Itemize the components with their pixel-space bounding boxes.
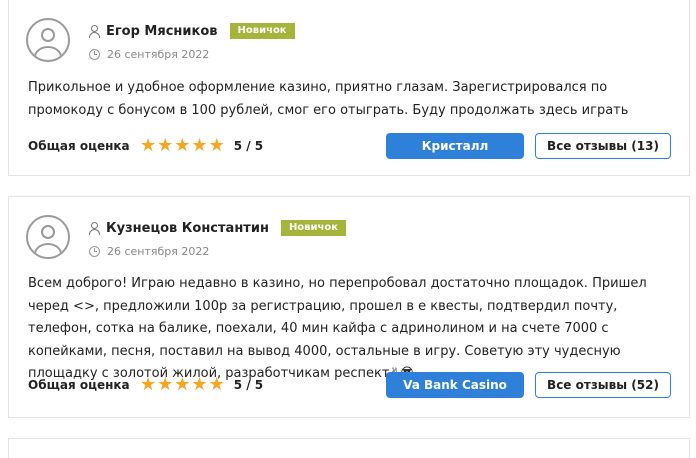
review-card: Егор Мясников Новичок 26 сентября 2022 П… <box>8 0 690 176</box>
review-text: Всем доброго! Играю недавно в казино, но… <box>28 276 647 381</box>
star-rating: ★ ★ ★ ★ ★ <box>140 376 225 394</box>
all-reviews-button[interactable]: Все отзывы (52) <box>535 372 671 398</box>
all-reviews-button[interactable]: Все отзывы (13) <box>535 133 671 159</box>
rating-score: 5 / 5 <box>233 139 264 153</box>
star-icon: ★ <box>191 374 208 395</box>
avatar-icon <box>26 215 70 259</box>
review-text: Прикольное и удобное оформление казино, … <box>28 80 629 118</box>
date-text: 26 сентября 2022 <box>107 47 210 61</box>
star-icon: ★ <box>157 374 174 395</box>
casino-button[interactable]: Кристалл <box>386 133 524 159</box>
author-line: Егор Мясников Новичок <box>89 22 295 40</box>
rating-label: Общая оценка <box>28 378 130 392</box>
status-badge: Новичок <box>229 23 295 39</box>
date-text: 26 сентября 2022 <box>107 244 210 258</box>
star-icon: ★ <box>157 135 174 156</box>
review-card: Кузнецов Константин Новичок 26 сентября … <box>8 196 690 418</box>
user-icon <box>89 24 100 38</box>
review-card <box>8 438 690 458</box>
review-footer: Общая оценка ★ ★ ★ ★ ★ 5 / 5 Кристалл Вс… <box>28 132 671 160</box>
star-icon: ★ <box>140 374 157 395</box>
star-icon: ★ <box>140 135 157 156</box>
status-badge: Новичок <box>280 220 347 236</box>
star-icon: ★ <box>208 135 225 156</box>
author-name: Егор Мясников <box>106 23 218 39</box>
clock-icon <box>89 48 100 60</box>
review-footer: Общая оценка ★ ★ ★ ★ ★ 5 / 5 Va Bank Cas… <box>28 371 671 399</box>
star-icon: ★ <box>191 135 208 156</box>
review-date: 26 сентября 2022 <box>89 243 209 259</box>
author-name: Кузнецов Константин <box>106 220 269 236</box>
star-icon: ★ <box>174 135 191 156</box>
rating-label: Общая оценка <box>28 139 130 153</box>
rating-score: 5 / 5 <box>233 378 264 392</box>
author-line: Кузнецов Константин Новичок <box>89 219 347 237</box>
star-icon: ★ <box>174 374 191 395</box>
star-icon: ★ <box>208 374 225 395</box>
casino-button[interactable]: Va Bank Casino <box>386 372 524 398</box>
clock-icon <box>89 245 100 257</box>
user-icon <box>89 221 100 235</box>
star-rating: ★ ★ ★ ★ ★ <box>140 137 225 155</box>
avatar-icon <box>26 18 70 62</box>
review-date: 26 сентября 2022 <box>89 46 209 62</box>
